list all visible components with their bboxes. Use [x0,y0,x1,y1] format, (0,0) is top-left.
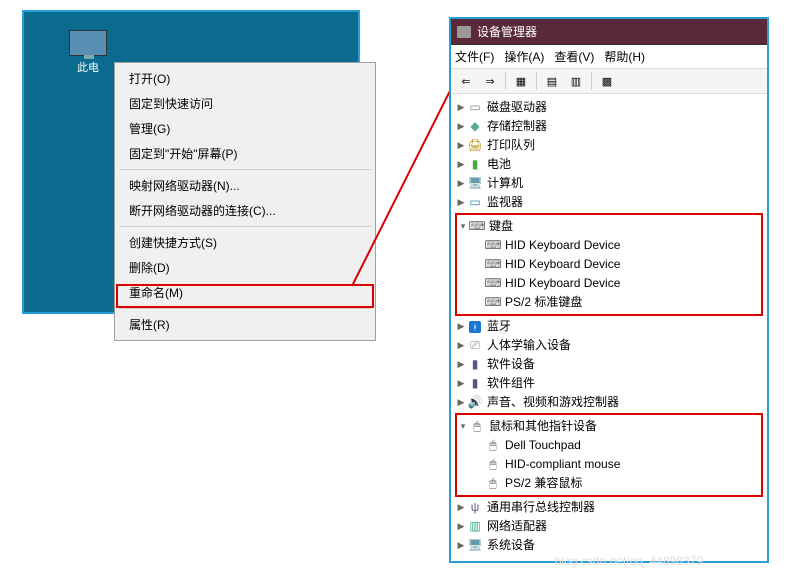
node-battery[interactable]: ▶▮电池 [455,155,763,174]
separator [505,72,506,90]
node-system[interactable]: ▶🖥系统设备 [455,536,763,555]
monitor-icon: ▭ [467,195,483,211]
software-icon: ▮ [467,357,483,373]
menu-delete[interactable]: 删除(D) [117,255,373,280]
this-pc-label: 此电 [64,59,112,75]
software-icon: ▮ [467,376,483,392]
separator [119,226,371,227]
menu-action[interactable]: 操作(A) [504,48,544,65]
node-bluetooth[interactable]: ▶ᚼ蓝牙 [455,317,763,336]
keyboard-icon: ⌨ [485,238,501,254]
menu-help[interactable]: 帮助(H) [604,48,645,65]
menu-pin-start[interactable]: 固定到"开始"屏幕(P) [117,141,373,166]
keyboard-icon: ⌨ [485,295,501,311]
node-soft-dev[interactable]: ▶▮软件设备 [455,355,763,374]
printer-icon: 🖨 [467,138,483,154]
node-disk[interactable]: ▶▭磁盘驱动器 [455,98,763,117]
forward-button[interactable]: ⇒ [479,71,501,91]
node-storage[interactable]: ▶◆存储控制器 [455,117,763,136]
separator [536,72,537,90]
window-title: 设备管理器 [477,23,537,40]
node-audio[interactable]: ▶🔊声音、视频和游戏控制器 [455,393,763,412]
window-icon [457,26,471,38]
separator [119,169,371,170]
node-mouse-hid[interactable]: 🖱HID-compliant mouse [485,455,761,474]
node-mouse-ps2[interactable]: 🖱PS/2 兼容鼠标 [485,474,761,493]
device-tree: ▶▭磁盘驱动器 ▶◆存储控制器 ▶🖨打印队列 ▶▮电池 ▶🖥计算机 ▶▭监视器 … [451,94,767,561]
node-usb[interactable]: ▶ψ通用串行总线控制器 [455,498,763,517]
menu-properties[interactable]: 属性(R) [117,312,373,337]
node-mouse[interactable]: ▾🖱鼠标和其他指针设备 [457,417,761,436]
node-kb-ps2[interactable]: ⌨PS/2 标准键盘 [485,293,761,312]
node-printer[interactable]: ▶🖨打印队列 [455,136,763,155]
device-manager-window: 设备管理器 文件(F) 操作(A) 查看(V) 帮助(H) ⇐ ⇒ ▦ ▤ ▥ … [449,17,769,563]
toolbar-btn-4[interactable]: ▩ [596,71,618,91]
usb-icon: ψ [467,500,483,516]
audio-icon: 🔊 [467,395,483,411]
menu-rename[interactable]: 重命名(M) [117,280,373,305]
computer-icon: 🖥 [467,176,483,192]
mouse-icon: 🖱 [485,476,501,492]
toolbar-btn-2[interactable]: ▤ [541,71,563,91]
menu-open[interactable]: 打开(O) [117,66,373,91]
keyboard-icon: ⌨ [485,257,501,273]
menu-file[interactable]: 文件(F) [455,48,494,65]
keyboard-icon: ⌨ [485,276,501,292]
toolbar-btn-1[interactable]: ▦ [510,71,532,91]
node-kb-hid3[interactable]: ⌨HID Keyboard Device [485,274,761,293]
toolbar-btn-3[interactable]: ▥ [565,71,587,91]
desktop-area: 此电 打开(O) 固定到快速访问 管理(G) 固定到"开始"屏幕(P) 映射网络… [22,10,360,314]
menu-bar: 文件(F) 操作(A) 查看(V) 帮助(H) [451,45,767,69]
node-computer[interactable]: ▶🖥计算机 [455,174,763,193]
highlight-mouse: ▾🖱鼠标和其他指针设备 🖱Dell Touchpad 🖱HID-complian… [455,413,763,497]
network-icon: ▥ [467,519,483,535]
node-monitor[interactable]: ▶▭监视器 [455,193,763,212]
menu-map-drive[interactable]: 映射网络驱动器(N)... [117,173,373,198]
title-bar: 设备管理器 [451,19,767,45]
node-soft-comp[interactable]: ▶▮软件组件 [455,374,763,393]
highlight-keyboard: ▾⌨键盘 ⌨HID Keyboard Device ⌨HID Keyboard … [455,213,763,316]
toolbar: ⇐ ⇒ ▦ ▤ ▥ ▩ [451,69,767,94]
node-kb-hid1[interactable]: ⌨HID Keyboard Device [485,236,761,255]
back-button[interactable]: ⇐ [455,71,477,91]
node-mouse-dell[interactable]: 🖱Dell Touchpad [485,436,761,455]
mouse-icon: 🖱 [469,419,485,435]
monitor-icon [69,30,107,56]
mouse-icon: 🖱 [485,438,501,454]
menu-pin-quick[interactable]: 固定到快速访问 [117,91,373,116]
menu-view[interactable]: 查看(V) [554,48,594,65]
node-kb-hid2[interactable]: ⌨HID Keyboard Device [485,255,761,274]
node-hid[interactable]: ▶⎚人体学输入设备 [455,336,763,355]
node-network[interactable]: ▶▥网络适配器 [455,517,763,536]
keyboard-icon: ⌨ [469,219,485,235]
menu-manage[interactable]: 管理(G) [117,116,373,141]
battery-icon: ▮ [467,157,483,173]
controller-icon: ◆ [467,119,483,135]
this-pc-icon[interactable]: 此电 [64,30,112,75]
disk-icon: ▭ [467,100,483,116]
hid-icon: ⎚ [467,338,483,354]
context-menu: 打开(O) 固定到快速访问 管理(G) 固定到"开始"屏幕(P) 映射网络驱动器… [114,62,376,341]
bluetooth-icon: ᚼ [467,319,483,335]
menu-disconnect[interactable]: 断开网络驱动器的连接(C)... [117,198,373,223]
system-icon: 🖥 [467,538,483,554]
separator [591,72,592,90]
separator [119,308,371,309]
menu-shortcut[interactable]: 创建快捷方式(S) [117,230,373,255]
node-keyboard[interactable]: ▾⌨键盘 [457,217,761,236]
mouse-icon: 🖱 [485,457,501,473]
